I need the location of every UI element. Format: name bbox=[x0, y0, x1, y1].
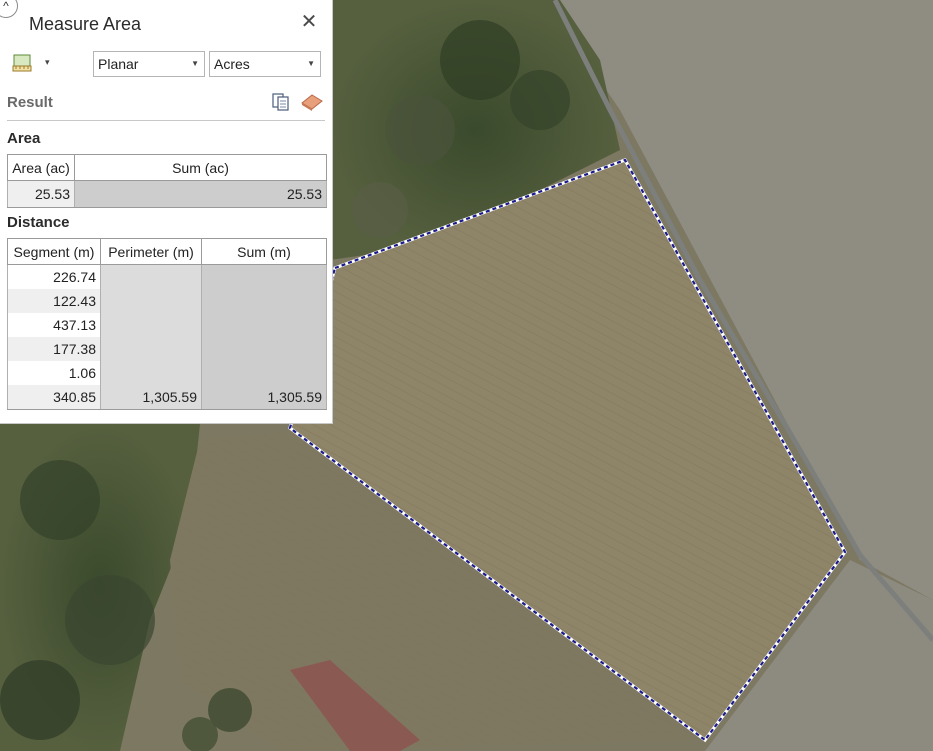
area-value: 25.53 bbox=[7, 180, 75, 208]
tool-dropdown-arrow-icon[interactable]: ▾ bbox=[45, 57, 50, 68]
chevron-down-icon: ▼ bbox=[191, 59, 199, 68]
units-select-value: Acres bbox=[214, 56, 250, 72]
area-table: Area (ac) Sum (ac) 25.53 25.53 bbox=[7, 154, 327, 208]
table-row: 122.43 bbox=[7, 289, 327, 313]
copy-icon[interactable] bbox=[271, 92, 291, 112]
table-row: 340.85 1,305.59 1,305.59 bbox=[7, 385, 327, 410]
collapse-panel-button[interactable]: ^ bbox=[0, 0, 18, 18]
distance-table: Segment (m) Perimeter (m) Sum (m) 226.74… bbox=[7, 238, 327, 410]
measure-area-tool-icon[interactable] bbox=[11, 52, 33, 74]
close-button[interactable]: ✕ bbox=[300, 12, 318, 32]
segment-value: 340.85 bbox=[7, 385, 101, 410]
units-select[interactable]: Acres ▼ bbox=[209, 51, 321, 77]
segment-value: 226.74 bbox=[7, 264, 101, 289]
measure-area-panel: ^ Measure Area ✕ ▾ Planar ▼ Acres ▼ Resu… bbox=[0, 0, 333, 424]
table-row: 226.74 bbox=[7, 264, 327, 289]
chevron-down-icon: ▼ bbox=[307, 59, 315, 68]
sum-column-header: Sum (m) bbox=[201, 238, 327, 265]
area-sum-column-header: Sum (ac) bbox=[74, 154, 327, 181]
distance-heading: Distance bbox=[7, 214, 70, 231]
sum-value: 1,305.59 bbox=[201, 385, 327, 410]
perimeter-value: 1,305.59 bbox=[100, 385, 202, 410]
segment-column-header: Segment (m) bbox=[7, 238, 101, 265]
result-heading: Result bbox=[7, 94, 53, 111]
area-heading: Area bbox=[7, 130, 41, 147]
segment-value: 122.43 bbox=[7, 289, 101, 313]
method-select-value: Planar bbox=[98, 56, 139, 72]
table-row: 437.13 bbox=[7, 313, 327, 337]
table-row: 1.06 bbox=[7, 361, 327, 385]
segment-value: 177.38 bbox=[7, 337, 101, 361]
segment-value: 1.06 bbox=[7, 361, 101, 385]
table-row: 25.53 25.53 bbox=[7, 180, 327, 208]
method-select[interactable]: Planar ▼ bbox=[93, 51, 205, 77]
area-column-header: Area (ac) bbox=[7, 154, 75, 181]
table-row: 177.38 bbox=[7, 337, 327, 361]
perimeter-column-header: Perimeter (m) bbox=[100, 238, 202, 265]
eraser-icon[interactable] bbox=[300, 93, 324, 111]
panel-title: Measure Area bbox=[29, 14, 142, 34]
area-sum-value: 25.53 bbox=[74, 180, 327, 208]
segment-value: 437.13 bbox=[7, 313, 101, 337]
